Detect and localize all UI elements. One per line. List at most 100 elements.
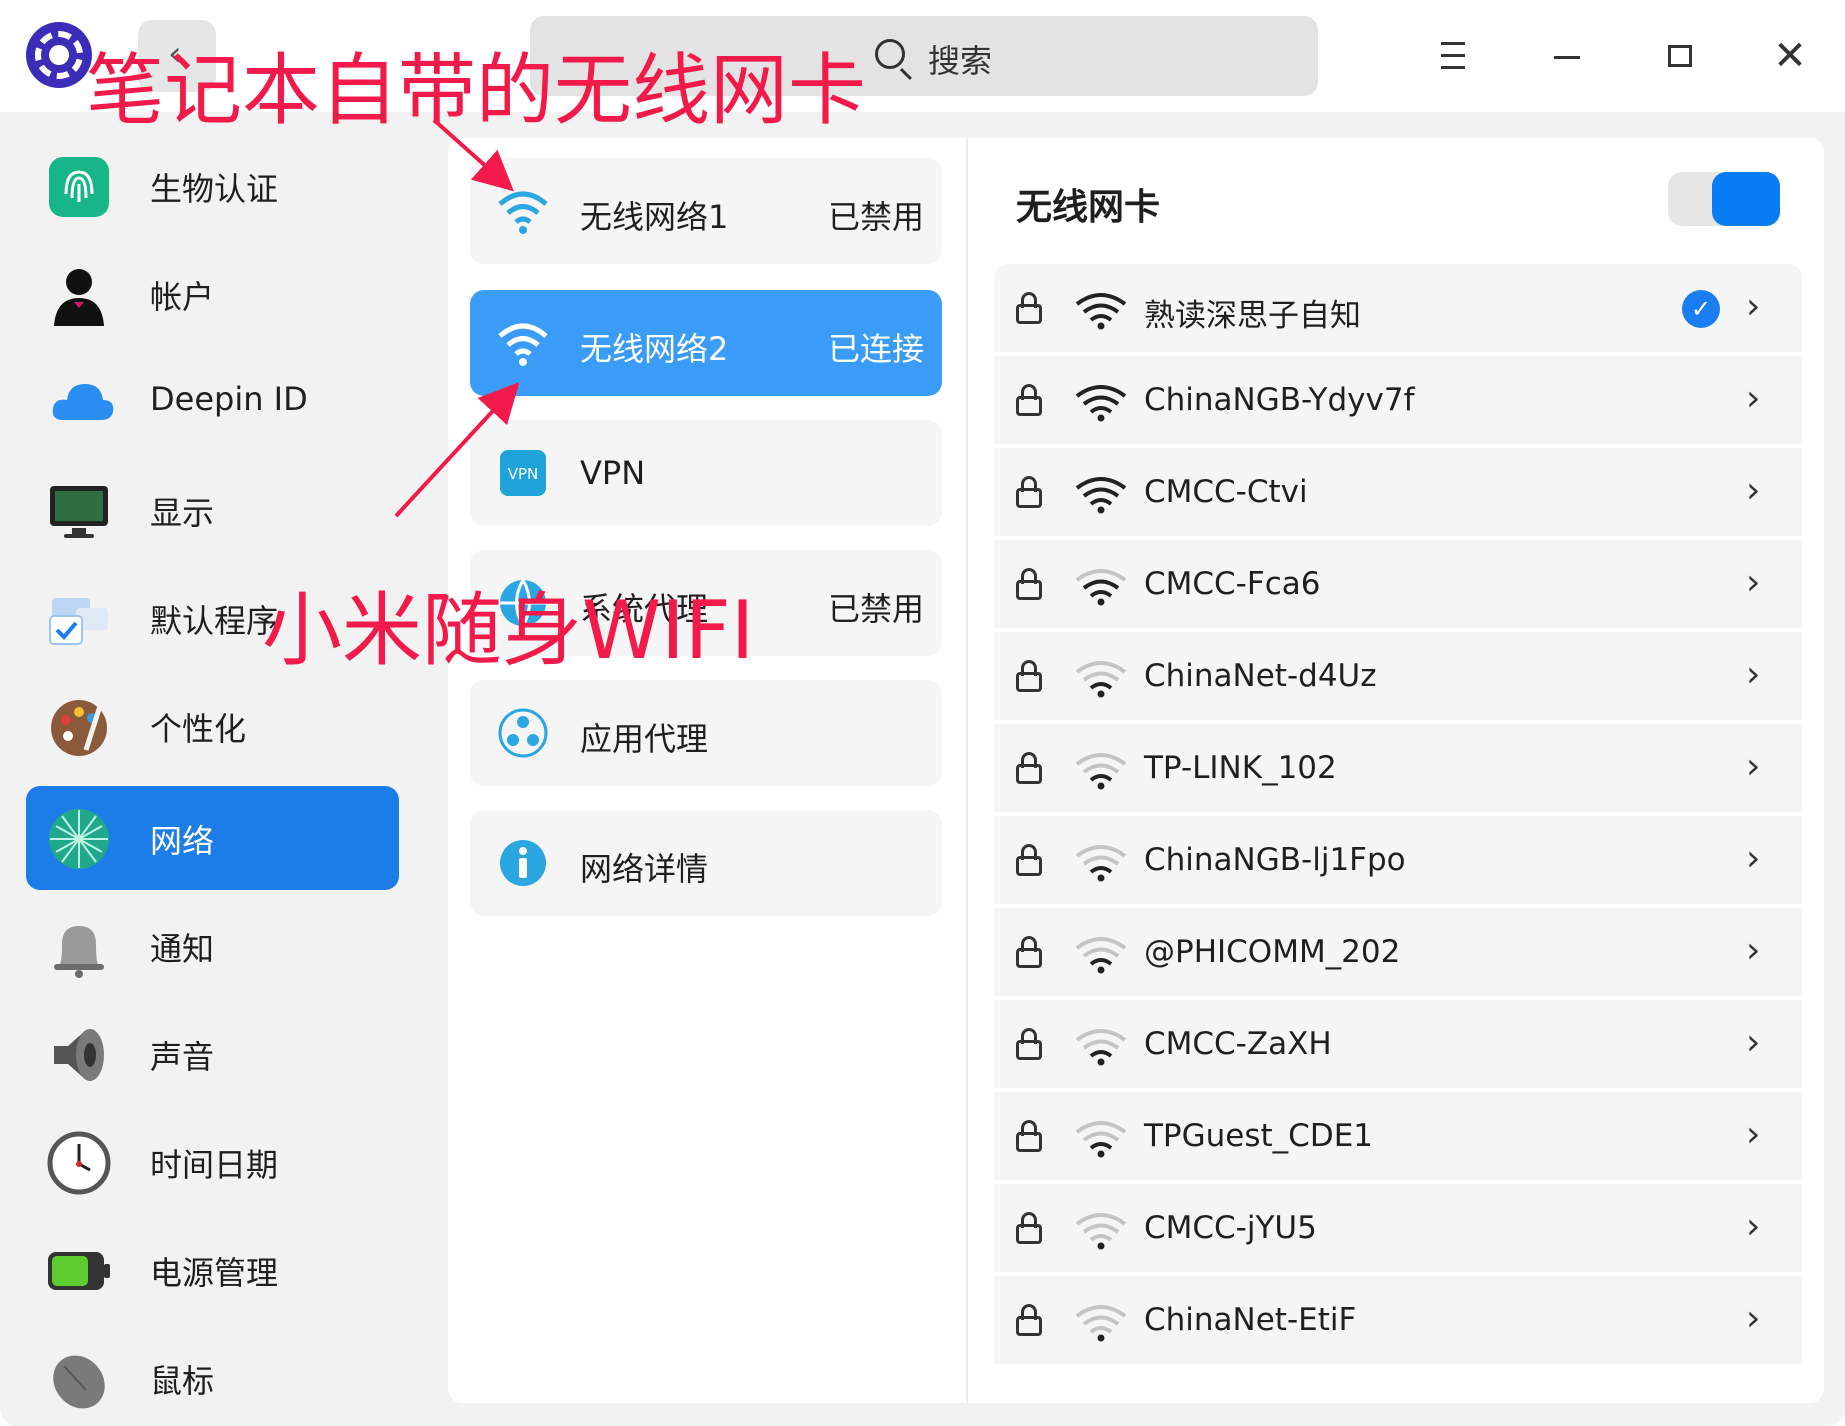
menu-item-label: 无线网络1 (580, 198, 729, 236)
wifi-network-row[interactable]: 熟读深思子自知 ✓ › (994, 264, 1802, 354)
lock-icon (1016, 568, 1042, 600)
menu-item-network-details[interactable]: 网络详情 (470, 810, 942, 916)
lock-icon (1016, 660, 1042, 692)
menu-icon[interactable] (1425, 28, 1485, 84)
chevron-right-icon[interactable]: › (1746, 746, 1760, 787)
clock-icon (47, 1131, 111, 1195)
cloud-icon (52, 384, 114, 420)
lock-icon (1016, 936, 1042, 968)
wireless-panel: 无线网卡 熟读深思子自知 ✓ › ChinaNGB-Ydyv7f › CMCC-Ctvi ›… (966, 138, 1824, 1403)
wifi-ssid: 熟读深思子自知 (1144, 298, 1361, 334)
sidebar-item-biometric[interactable]: 生物认证 (26, 134, 399, 238)
menu-item-status: 已禁用 (827, 590, 924, 628)
wifi-network-row[interactable]: ChinaNGB-lj1Fpo › (994, 816, 1802, 906)
wifi-network-row[interactable]: ChinaNet-EtiF › (994, 1276, 1802, 1366)
wifi-network-row[interactable]: CMCC-ZaXH › (994, 1000, 1802, 1090)
sidebar-item-label: Deepin ID (150, 380, 308, 418)
wifi-signal-icon (1075, 1121, 1127, 1158)
maximize-icon[interactable] (1650, 28, 1710, 84)
connected-check-icon: ✓ (1682, 290, 1720, 328)
wifi-ssid: CMCC-ZaXH (1144, 1026, 1332, 1062)
sidebar-item-deepin-id[interactable]: Deepin ID (26, 350, 399, 454)
wifi-network-row[interactable]: CMCC-jYU5 › (994, 1184, 1802, 1274)
sidebar-item-label: 声音 (150, 1038, 215, 1076)
chevron-right-icon[interactable]: › (1746, 562, 1760, 603)
wifi-ssid: TP-LINK_102 (1144, 750, 1337, 786)
chevron-right-icon[interactable]: › (1746, 1206, 1760, 1247)
wifi-ssid: CMCC-jYU5 (1144, 1210, 1317, 1246)
sidebar-item-mouse[interactable]: 鼠标 (26, 1326, 399, 1426)
speaker-icon (54, 1029, 104, 1081)
sidebar-item-network[interactable]: 网络 (26, 786, 399, 890)
wifi-network-row[interactable]: TP-LINK_102 › (994, 724, 1802, 814)
wifi-ssid: CMCC-Ctvi (1144, 474, 1308, 510)
wifi-network-row[interactable]: @PHICOMM_202 › (994, 908, 1802, 998)
control-center-logo-icon (26, 22, 92, 88)
annotation-builtin-wifi: 笔记本自带的无线网卡 (86, 46, 867, 136)
wifi-ssid: ChinaNet-d4Uz (1144, 658, 1377, 694)
wifi-signal-icon (1075, 477, 1127, 514)
close-icon[interactable]: ✕ (1760, 28, 1820, 84)
wifi-network-row[interactable]: CMCC-Fca6 › (994, 540, 1802, 630)
default-apps-icon (49, 598, 108, 645)
wifi-icon (498, 323, 548, 366)
wifi-network-row[interactable]: ChinaNet-d4Uz › (994, 632, 1802, 722)
chevron-right-icon[interactable]: › (1746, 470, 1760, 511)
sidebar-item-account[interactable]: 帐户 (26, 242, 399, 346)
menu-item-wireless-1[interactable]: 无线网络1 已禁用 (470, 158, 942, 264)
lock-icon (1016, 1304, 1042, 1336)
wifi-ssid: TPGuest_CDE1 (1144, 1118, 1374, 1154)
wifi-ssid: ChinaNGB-Ydyv7f (1144, 382, 1415, 418)
search-icon (875, 39, 905, 69)
wifi-network-row[interactable]: ChinaNGB-Ydyv7f › (994, 356, 1802, 446)
menu-item-vpn[interactable]: VPN VPN (470, 420, 942, 526)
chevron-right-icon[interactable]: › (1746, 930, 1760, 971)
menu-item-label: 无线网络2 (580, 330, 729, 368)
lock-icon (1016, 384, 1042, 416)
lock-icon (1016, 844, 1042, 876)
sidebar-item-label: 鼠标 (150, 1362, 215, 1400)
battery-icon (48, 1252, 110, 1290)
lock-icon (1016, 292, 1042, 324)
chevron-right-icon[interactable]: › (1746, 378, 1760, 419)
chevron-right-icon[interactable]: › (1746, 1022, 1760, 1063)
minimize-icon[interactable] (1538, 28, 1598, 84)
wifi-ssid: ChinaNGB-lj1Fpo (1144, 842, 1406, 878)
fingerprint-icon (49, 157, 109, 217)
sidebar-item-sound[interactable]: 声音 (26, 1002, 399, 1106)
menu-item-wireless-2[interactable]: 无线网络2 已连接 (470, 290, 942, 396)
wifi-network-row[interactable]: CMCC-Ctvi › (994, 448, 1802, 538)
wifi-signal-icon (1075, 385, 1127, 422)
wifi-icon (498, 191, 548, 234)
wireless-toggle[interactable] (1668, 172, 1780, 226)
wifi-network-row[interactable]: TPGuest_CDE1 › (994, 1092, 1802, 1182)
wifi-ssid: @PHICOMM_202 (1144, 934, 1401, 970)
sidebar-item-datetime[interactable]: 时间日期 (26, 1110, 399, 1214)
menu-item-status: 已禁用 (827, 198, 924, 236)
settings-window: ‹ 搜索 ✕ 生物认证 帐户 Deepin ID 显示 默认程序 个性化 网络 … (0, 0, 1845, 1426)
mouse-icon (53, 1355, 105, 1409)
sidebar-item-notification[interactable]: 通知 (26, 894, 399, 998)
sidebar-item-personalization[interactable]: 个性化 (26, 674, 399, 778)
menu-item-label: VPN (580, 454, 646, 492)
lock-icon (1016, 476, 1042, 508)
menu-item-app-proxy[interactable]: 应用代理 (470, 680, 942, 786)
chevron-right-icon[interactable]: › (1746, 1114, 1760, 1155)
chevron-right-icon[interactable]: › (1746, 654, 1760, 695)
sidebar-item-label: 电源管理 (150, 1254, 279, 1292)
lock-icon (1016, 1120, 1042, 1152)
chevron-right-icon[interactable]: › (1746, 286, 1760, 327)
chevron-right-icon[interactable]: › (1746, 1298, 1760, 1339)
sidebar-item-label: 帐户 (150, 278, 215, 316)
search-placeholder: 搜索 (928, 42, 993, 80)
sidebar-item-label: 显示 (150, 494, 215, 532)
sidebar-item-power[interactable]: 电源管理 (26, 1218, 399, 1322)
account-icon (54, 269, 104, 326)
panel-title: 无线网卡 (1016, 187, 1161, 228)
lock-icon (1016, 752, 1042, 784)
wifi-signal-icon (1075, 1029, 1127, 1066)
wifi-ssid: CMCC-Fca6 (1144, 566, 1321, 602)
menu-item-label: 网络详情 (580, 850, 709, 888)
sidebar-item-display[interactable]: 显示 (26, 458, 399, 562)
chevron-right-icon[interactable]: › (1746, 838, 1760, 879)
